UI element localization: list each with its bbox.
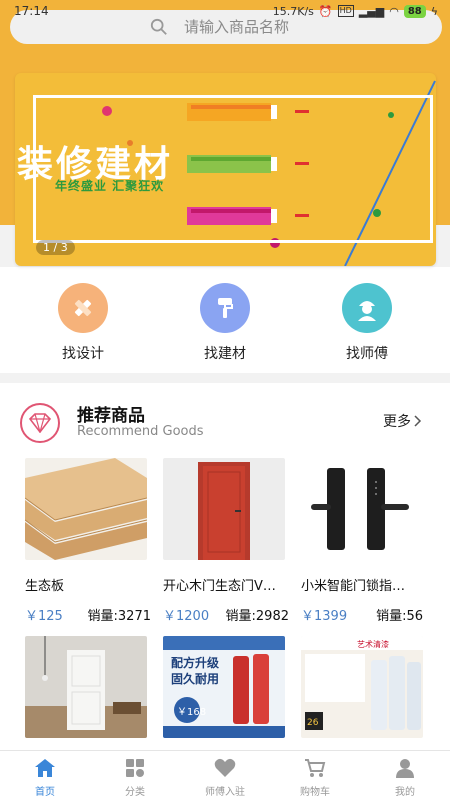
product-card[interactable]: 艺术清漆 26 — [301, 636, 423, 738]
product-price: ￥1200 — [163, 609, 210, 624]
more-link[interactable]: 更多 — [383, 411, 422, 431]
hd-icon: HD — [337, 5, 354, 17]
category-workers[interactable]: 找师傅 — [322, 283, 412, 363]
svg-text:配方升级: 配方升级 — [171, 655, 219, 670]
tab-label: 我的 — [395, 787, 415, 798]
tab-label: 购物车 — [300, 787, 330, 798]
product-name: 生态板 — [25, 579, 65, 594]
main-content: 找设计 找建材 找师傅 推荐商品 Recommend Goods 更多 生态板 … — [0, 267, 450, 750]
product-sales: 销量:56 — [376, 609, 423, 624]
category-row: 找设计 找建材 找师傅 — [0, 267, 450, 373]
category-label: 找建材 — [204, 346, 246, 362]
charging-icon: ϟ — [430, 4, 438, 18]
alarm-icon: ⏰ — [318, 4, 333, 18]
bottom-tab-bar: 首页 分类 师傅入驻 购物车 我的 — [0, 750, 450, 800]
wifi-icon: ◠ — [389, 4, 399, 18]
product-card[interactable] — [25, 636, 147, 738]
status-time: 17:14 — [14, 4, 49, 18]
chevron-right-icon — [414, 415, 422, 427]
product-image-sealant: 配方升级 固久耐用 ￥168 — [163, 636, 285, 738]
tab-profile[interactable]: 我的 — [365, 757, 445, 798]
banner-subtitle: 年终盛业 汇聚狂欢 — [55, 179, 165, 193]
product-card[interactable]: 开心木门生态门V… ￥1200 销量:2982 — [163, 458, 289, 624]
tab-label: 分类 — [125, 787, 145, 798]
network-speed: 15.7K/s — [272, 4, 314, 18]
paint-roller-icon — [200, 283, 250, 333]
product-price: ￥125 — [25, 609, 63, 624]
worker-icon — [342, 283, 392, 333]
diamond-icon — [20, 403, 60, 443]
tab-category[interactable]: 分类 — [95, 757, 175, 798]
battery-icon: 88 — [403, 4, 426, 18]
tab-worker-join[interactable]: 师傅入驻 — [185, 757, 265, 798]
tab-label: 首页 — [35, 787, 55, 798]
signal-icon: ▂▄▆ — [358, 4, 385, 18]
product-sales: 销量:3271 — [87, 609, 151, 624]
section-subtitle: Recommend Goods — [77, 424, 204, 439]
recommend-header: 推荐商品 Recommend Goods 更多 — [0, 383, 450, 455]
category-label: 找师傅 — [346, 346, 388, 362]
svg-text:艺术清漆: 艺术清漆 — [357, 639, 389, 649]
category-materials[interactable]: 找建材 — [180, 283, 270, 363]
svg-text:26: 26 — [307, 718, 319, 728]
product-card[interactable]: 小米智能门锁指… ￥1399 销量:56 — [301, 458, 423, 624]
user-icon — [365, 757, 445, 779]
cart-icon — [275, 757, 355, 779]
product-card[interactable]: 生态板 ￥125 销量:3271 — [25, 458, 151, 624]
tab-home[interactable]: 首页 — [5, 757, 85, 798]
banner-indicator: 1 / 3 — [36, 240, 75, 255]
pencil-ruler-icon — [58, 283, 108, 333]
tab-label: 师傅入驻 — [205, 787, 245, 798]
section-divider — [0, 373, 450, 383]
more-label: 更多 — [383, 414, 411, 430]
product-card[interactable]: 配方升级 固久耐用 ￥168 — [163, 636, 285, 738]
product-name: 小米智能门锁指… — [301, 579, 406, 594]
section-title: 推荐商品 — [77, 406, 145, 426]
status-bar: 17:14 15.7K/s ⏰ HD ▂▄▆ ◠ 88 ϟ — [0, 0, 450, 22]
product-image-lock — [301, 458, 423, 560]
product-image-white-door — [25, 636, 147, 738]
tab-cart[interactable]: 购物车 — [275, 757, 355, 798]
promo-banner[interactable]: 装修建材 年终盛业 汇聚狂欢 1 / 3 — [15, 73, 436, 266]
home-icon — [5, 757, 85, 779]
heart-icon — [185, 757, 265, 779]
category-design[interactable]: 找设计 — [38, 283, 128, 363]
product-name: 开心木门生态门V… — [163, 579, 276, 594]
product-sales: 销量:2982 — [225, 609, 289, 624]
svg-text:固久耐用: 固久耐用 — [171, 671, 219, 686]
product-price: ￥1399 — [301, 609, 348, 624]
svg-text:￥168: ￥168 — [177, 707, 206, 718]
category-label: 找设计 — [62, 346, 104, 362]
product-image-door — [163, 458, 285, 560]
product-image-varnish: 艺术清漆 26 — [301, 636, 423, 738]
product-image-board — [25, 458, 147, 560]
category-icon — [95, 757, 175, 779]
